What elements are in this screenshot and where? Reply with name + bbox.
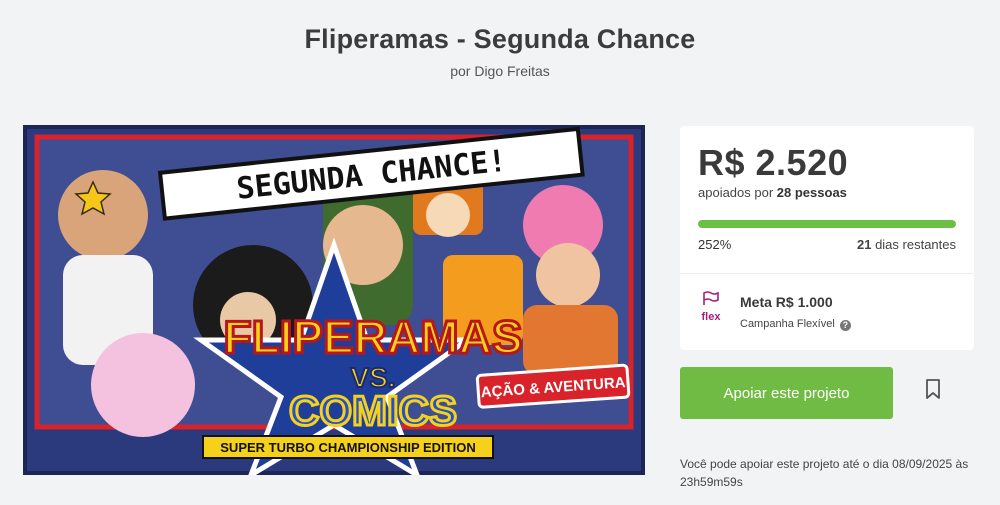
progress-bar-fill [698, 220, 956, 228]
campaign-type-label: Campanha Flexível [740, 318, 835, 330]
art-subtitle: SUPER TURBO CHAMPIONSHIP EDITION [220, 440, 475, 455]
bookmark-icon[interactable] [922, 377, 944, 401]
flex-label: flex [701, 311, 721, 323]
project-title: Fliperamas - Segunda Chance [304, 24, 696, 54]
support-project-button[interactable]: Apoiar este projeto [680, 367, 893, 419]
campaign-type: Campanha Flexível ? [740, 318, 851, 331]
days-suffix: dias restantes [875, 237, 956, 252]
campaign-image: SEGUNDA CHANCE! FLIPERAMAS VS. COMICS SU… [23, 125, 645, 475]
backers-number: 28 pessoas [776, 185, 847, 200]
backers-prefix: apoiados por [698, 185, 774, 200]
art-logo-line1: FLIPERAMAS [224, 311, 523, 363]
funded-percent: 252% [698, 237, 732, 252]
help-icon[interactable]: ? [839, 320, 851, 331]
amount-raised: R$ 2.520 [698, 142, 849, 183]
card-divider [680, 273, 974, 274]
backers-count: apoiados por 28 pessoas [698, 185, 847, 200]
flex-icon: flex [698, 291, 724, 323]
art-logo-line2: COMICS [289, 387, 457, 434]
deadline-text: Você pode apoiar este projeto até o dia … [680, 457, 969, 489]
funding-goal: Meta R$ 1.000 [740, 294, 833, 310]
days-remaining: 21 dias restantes [857, 237, 956, 252]
project-author: por Digo Freitas [450, 63, 550, 79]
progress-bar [698, 220, 956, 228]
days-count: 21 [856, 237, 872, 252]
stats-card: R$ 2.520 apoiados por 28 pessoas 252% 21… [680, 126, 974, 350]
